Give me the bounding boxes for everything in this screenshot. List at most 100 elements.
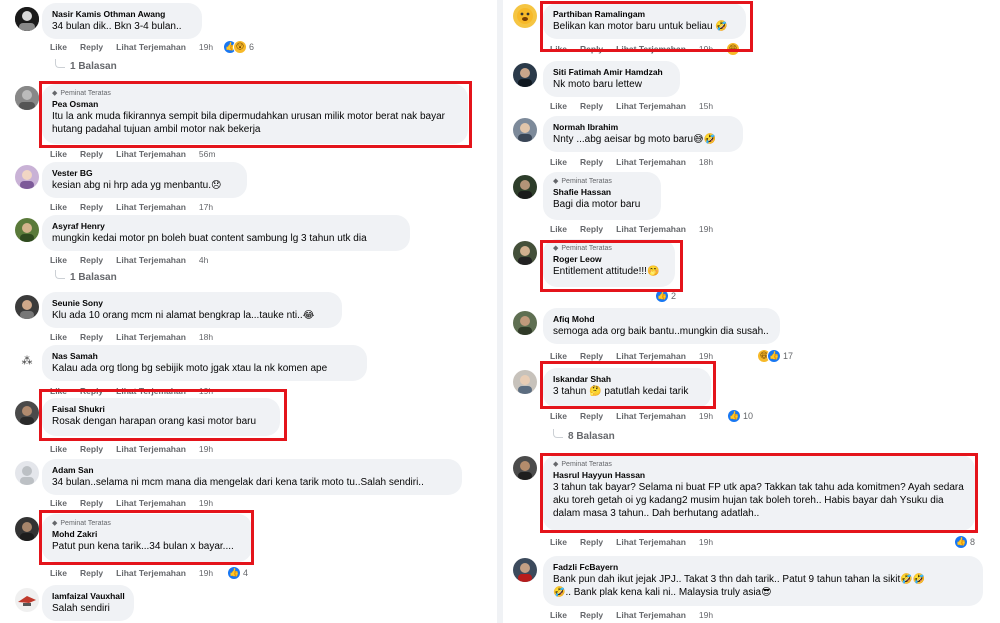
like-button[interactable]: Like [550,537,567,547]
commenter-name[interactable]: Fadzli FcBayern [553,561,973,573]
view-replies-link[interactable]: 1 Balasan [55,270,117,283]
avatar[interactable] [15,401,39,425]
commenter-name[interactable]: Nasir Kamis Othman Awang [52,8,192,20]
translate-link[interactable]: Lihat Terjemahan [116,42,186,52]
timestamp[interactable]: 19h [699,537,713,547]
reply-button[interactable]: Reply [580,101,603,111]
timestamp[interactable]: 19h [199,444,213,454]
translate-link[interactable]: Lihat Terjemahan [616,101,686,111]
reaction-summary[interactable]: 👍 😮 6 [224,41,254,53]
commenter-name[interactable]: Normah Ibrahim [553,121,733,133]
translate-link[interactable]: Lihat Terjemahan [116,444,186,454]
like-button[interactable]: Like [50,202,67,212]
timestamp[interactable]: 18h [199,332,213,342]
like-button[interactable]: Like [50,444,67,454]
avatar[interactable] [513,311,537,335]
commenter-name[interactable]: Nas Samah [52,350,357,362]
avatar[interactable] [15,295,39,319]
translate-link[interactable]: Lihat Terjemahan [616,157,686,167]
reply-button[interactable]: Reply [80,444,103,454]
translate-link[interactable]: Lihat Terjemahan [116,498,186,508]
reaction-summary[interactable]: 😆 👍 17 [758,350,793,362]
translate-link[interactable]: Lihat Terjemahan [116,568,186,578]
reply-button[interactable]: Reply [580,610,603,620]
commenter-name[interactable]: Seunie Sony [52,297,332,309]
reply-button[interactable]: Reply [580,411,603,421]
commenter-name[interactable]: Asyraf Henry [52,220,400,232]
commenter-name[interactable]: Vester BG [52,167,237,179]
like-button[interactable]: Like [50,568,67,578]
reply-button[interactable]: Reply [80,149,103,159]
reaction-summary[interactable]: 👍 4 [228,567,248,579]
translate-link[interactable]: Lihat Terjemahan [116,202,186,212]
commenter-name[interactable]: Siti Fatimah Amir Hamdzah [553,66,670,78]
avatar[interactable] [15,86,39,110]
view-replies-link[interactable]: 1 Balasan [55,59,117,72]
like-button[interactable]: Like [50,498,67,508]
translate-link[interactable]: Lihat Terjemahan [116,149,186,159]
commenter-name[interactable]: Adam San [52,464,452,476]
like-button[interactable]: Like [50,149,67,159]
translate-link[interactable]: Lihat Terjemahan [616,610,686,620]
like-button[interactable]: Like [550,351,567,361]
avatar[interactable] [513,370,537,394]
like-button[interactable]: Like [550,157,567,167]
timestamp[interactable]: 19h [699,224,713,234]
like-button[interactable]: Like [550,101,567,111]
reply-button[interactable]: Reply [80,42,103,52]
commenter-name[interactable]: Shafie Hassan [553,186,651,198]
translate-link[interactable]: Lihat Terjemahan [616,224,686,234]
timestamp[interactable]: 19h [199,568,213,578]
reply-button[interactable]: Reply [580,224,603,234]
translate-link[interactable]: Lihat Terjemahan [616,351,686,361]
view-replies-link[interactable]: 8 Balasan [553,429,615,442]
like-button[interactable]: Like [50,42,67,52]
avatar[interactable] [513,558,537,582]
avatar[interactable] [513,241,537,265]
timestamp[interactable]: 19h [699,610,713,620]
reply-button[interactable]: Reply [80,202,103,212]
commenter-name[interactable]: Iamfaizal Vauxhall [52,590,125,602]
timestamp[interactable]: 19h [699,351,713,361]
avatar[interactable] [15,461,39,485]
avatar[interactable] [513,175,537,199]
avatar[interactable] [15,7,39,31]
timestamp[interactable]: 4h [199,255,208,265]
like-button[interactable]: Like [550,224,567,234]
avatar[interactable] [15,218,39,242]
avatar[interactable] [513,118,537,142]
timestamp[interactable]: 56m [199,149,216,159]
reply-button[interactable]: Reply [580,157,603,167]
reaction-summary[interactable]: 👍 8 [955,536,975,548]
translate-link[interactable]: Lihat Terjemahan [616,411,686,421]
commenter-name[interactable]: Afiq Mohd [553,313,770,325]
reply-button[interactable]: Reply [80,568,103,578]
avatar[interactable] [15,165,39,189]
reply-button[interactable]: Reply [580,351,603,361]
reaction-summary[interactable]: 👍 10 [728,410,753,422]
avatar[interactable] [15,588,39,612]
like-button[interactable]: Like [550,411,567,421]
reply-button[interactable]: Reply [80,498,103,508]
timestamp[interactable]: 19h [699,411,713,421]
avatar[interactable]: ⁂ [15,348,39,372]
like-button[interactable]: Like [550,610,567,620]
like-button[interactable]: Like [50,255,67,265]
timestamp[interactable]: 15h [699,101,713,111]
translate-link[interactable]: Lihat Terjemahan [116,332,186,342]
reply-button[interactable]: Reply [80,255,103,265]
translate-link[interactable]: Lihat Terjemahan [116,255,186,265]
timestamp[interactable]: 17h [199,202,213,212]
timestamp[interactable]: 18h [699,157,713,167]
translate-link[interactable]: Lihat Terjemahan [616,537,686,547]
reply-button[interactable]: Reply [580,537,603,547]
top-fan-badge[interactable]: ◆ Peminat Teratas [553,177,651,186]
avatar[interactable] [15,517,39,541]
avatar[interactable] [513,63,537,87]
reply-button[interactable]: Reply [80,332,103,342]
avatar[interactable] [513,456,537,480]
timestamp[interactable]: 19h [199,42,213,52]
like-button[interactable]: Like [50,332,67,342]
avatar[interactable] [513,4,537,28]
timestamp[interactable]: 19h [199,498,213,508]
